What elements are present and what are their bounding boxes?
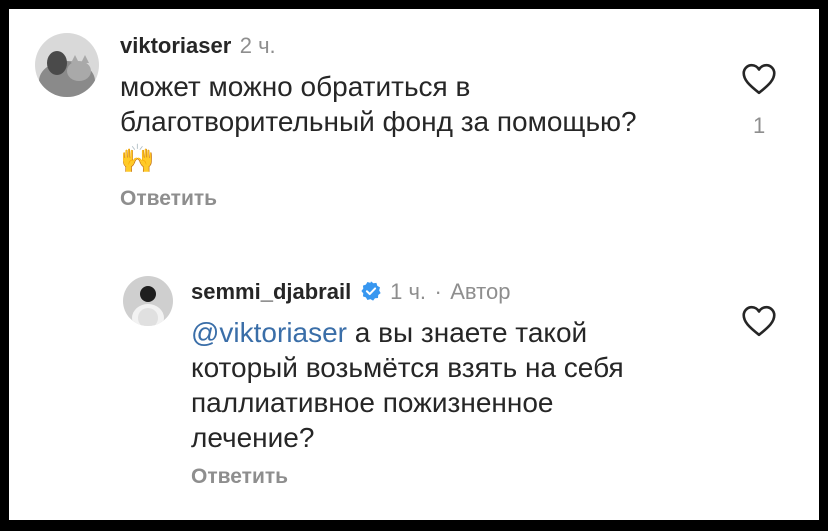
mention-link[interactable]: @viktoriaser: [191, 317, 347, 348]
comment-line: лечение?: [191, 422, 315, 453]
comment-line-text: а вы знаете такой: [347, 317, 588, 348]
raising-hands-icon: 🙌: [120, 143, 155, 174]
comment-line: паллиативное пожизненное: [191, 387, 554, 418]
comment-line: который возьмётся взять на себя: [191, 352, 624, 383]
comment-line: благотворительный фонд за помощью?: [120, 106, 637, 137]
timestamp: 1 ч.: [390, 279, 427, 304]
verified-badge-icon: [361, 281, 381, 301]
comment-header: semmi_djabrail 1 ч. · Автор: [191, 279, 510, 305]
comment-line: может можно обратиться в: [120, 71, 471, 102]
comment-text: может можно обратиться в благотворительн…: [120, 69, 637, 179]
avatar[interactable]: [35, 33, 99, 97]
separator: ·: [434, 279, 442, 304]
comment-header: viktoriaser 2 ч.: [120, 33, 276, 59]
comments-panel: viktoriaser 2 ч. может можно обратиться …: [9, 9, 819, 520]
heart-icon[interactable]: [741, 305, 777, 337]
heart-icon[interactable]: [741, 63, 777, 95]
like-count[interactable]: 1: [753, 113, 765, 139]
username[interactable]: viktoriaser: [120, 33, 231, 58]
avatar[interactable]: [123, 276, 173, 326]
reply-button[interactable]: Ответить: [120, 187, 217, 211]
timestamp: 2 ч.: [239, 33, 276, 58]
comment-text: @viktoriaser а вы знаете такой который в…: [191, 315, 624, 455]
comment-line: @viktoriaser а вы знаете такой: [191, 315, 624, 350]
author-label: Автор: [450, 279, 511, 304]
reply-button[interactable]: Ответить: [191, 465, 288, 489]
username[interactable]: semmi_djabrail: [191, 279, 351, 304]
